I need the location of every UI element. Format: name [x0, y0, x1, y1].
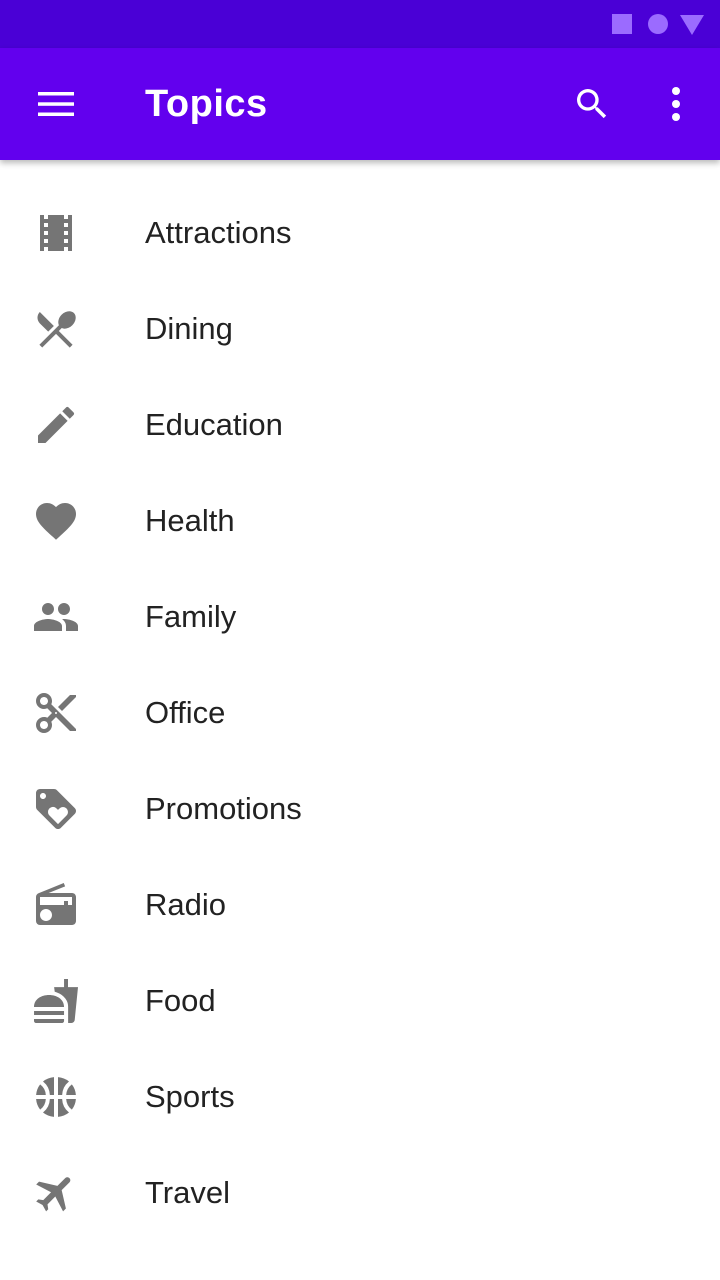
list-item-sports[interactable]: Sports: [0, 1049, 720, 1145]
fastfood-icon: [32, 977, 80, 1025]
list-item-family[interactable]: Family: [0, 569, 720, 665]
list-item-label: Radio: [145, 887, 226, 922]
list-item-promotions[interactable]: Promotions: [0, 761, 720, 857]
list-item-label: Attractions: [145, 215, 292, 250]
list-item-label: Food: [145, 983, 216, 1018]
page-title: Topics: [145, 83, 268, 125]
list-item-label: Promotions: [145, 791, 302, 826]
list-item-office[interactable]: Office: [0, 665, 720, 761]
app-bar: Topics: [0, 48, 720, 160]
people-icon: [32, 593, 80, 641]
search-button[interactable]: [564, 76, 620, 132]
scissors-icon: [32, 689, 80, 737]
list-item-education[interactable]: Education: [0, 377, 720, 473]
menu-button[interactable]: [24, 80, 88, 128]
menu-icon: [38, 92, 74, 116]
triangle-icon: [680, 15, 704, 35]
list-item-radio[interactable]: Radio: [0, 857, 720, 953]
list-item-attractions[interactable]: Attractions: [0, 185, 720, 281]
restaurant-icon: [32, 305, 80, 353]
movie-film-icon: [32, 209, 80, 257]
list-item-label: Office: [145, 695, 226, 730]
list-item-dining[interactable]: Dining: [0, 281, 720, 377]
airplane-icon: [32, 1169, 80, 1217]
topic-list: Attractions Dining Education Health Fami…: [0, 185, 720, 1241]
list-item-label: Travel: [145, 1175, 230, 1210]
list-item-label: Family: [145, 599, 237, 634]
list-item-label: Dining: [145, 311, 233, 346]
status-bar: [0, 0, 720, 48]
heart-icon: [32, 497, 80, 545]
more-options-button[interactable]: [652, 76, 700, 132]
tag-heart-icon: [32, 785, 80, 833]
search-icon: [577, 89, 607, 119]
more-vert-icon: [672, 87, 680, 121]
pencil-icon: [32, 401, 80, 449]
list-item-food[interactable]: Food: [0, 953, 720, 1049]
list-item-label: Sports: [145, 1079, 235, 1114]
basketball-icon: [32, 1073, 80, 1121]
list-item-label: Education: [145, 407, 283, 442]
list-item-label: Health: [145, 503, 235, 538]
radio-icon: [32, 881, 80, 929]
square-icon: [612, 14, 632, 34]
circle-icon: [648, 14, 668, 34]
list-item-health[interactable]: Health: [0, 473, 720, 569]
list-item-travel[interactable]: Travel: [0, 1145, 720, 1241]
